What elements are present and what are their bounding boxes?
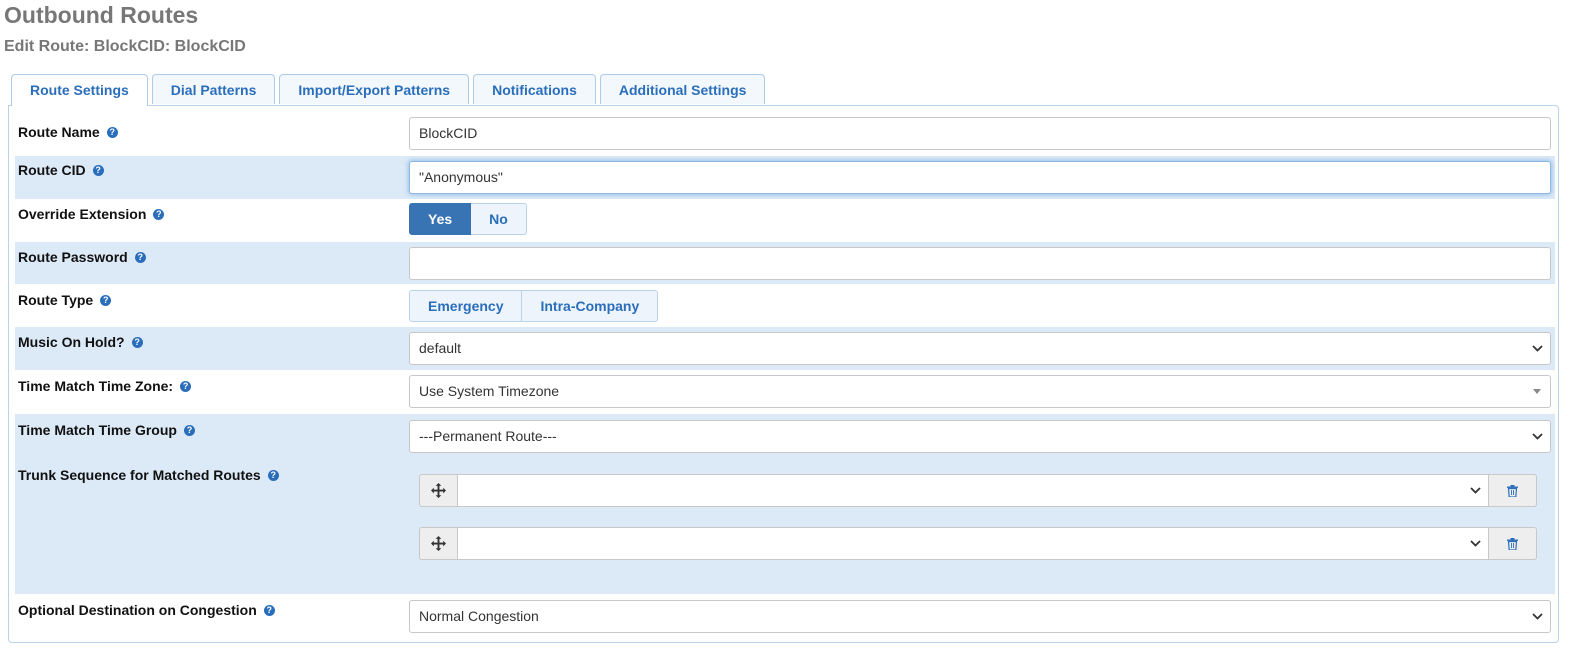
congestion-select[interactable]: Normal Congestion: [409, 600, 1551, 633]
music-on-hold-label: Music On Hold?: [18, 334, 125, 350]
route-cid-row: Route CID ? "Anonymous": [15, 156, 1555, 199]
emergency-button[interactable]: Emergency: [409, 290, 523, 322]
tab-route-settings[interactable]: Route Settings: [11, 74, 148, 106]
music-on-hold-value: default: [419, 340, 462, 356]
route-cid-label: Route CID: [18, 162, 86, 178]
route-name-input[interactable]: BlockCID: [409, 117, 1551, 150]
page-title: Outbound Routes: [4, 2, 199, 28]
route-name-row: Route Name ? BlockCID: [15, 112, 1555, 156]
trunk-select[interactable]: [457, 474, 1489, 507]
time-zone-select[interactable]: Use System Timezone: [409, 375, 1551, 408]
tab-additional-settings[interactable]: Additional Settings: [599, 74, 766, 104]
route-password-input[interactable]: [409, 247, 1551, 280]
congestion-label: Optional Destination on Congestion: [18, 602, 257, 618]
route-type-toggle: Emergency Intra-Company: [409, 290, 659, 322]
route-cid-input[interactable]: "Anonymous": [409, 161, 1551, 194]
congestion-value: Normal Congestion: [419, 608, 539, 624]
tab-import-export-patterns[interactable]: Import/Export Patterns: [279, 74, 470, 104]
trunk-entry: [419, 474, 1537, 507]
route-settings-panel: Route Name ? BlockCID Route CID ? "Anony…: [8, 105, 1559, 643]
question-circle-icon[interactable]: ?: [134, 251, 146, 263]
question-circle-icon[interactable]: ?: [100, 294, 112, 306]
time-zone-row: Time Match Time Zone: ? Use System Timez…: [15, 370, 1555, 414]
arrows-move-icon[interactable]: [419, 527, 457, 560]
override-extension-toggle: Yes No: [409, 203, 527, 235]
question-circle-icon[interactable]: ?: [267, 469, 279, 481]
arrows-move-icon[interactable]: [419, 474, 457, 507]
chevron-down-icon: [1530, 601, 1544, 632]
override-extension-label: Override Extension: [18, 206, 147, 222]
route-password-row: Route Password ?: [15, 242, 1555, 284]
time-zone-label: Time Match Time Zone:: [18, 378, 174, 394]
chevron-down-icon: [1468, 475, 1482, 506]
music-on-hold-row: Music On Hold? ? default: [15, 327, 1555, 370]
intra-company-button[interactable]: Intra-Company: [522, 290, 659, 322]
trash-icon[interactable]: [1489, 527, 1537, 560]
congestion-row: Optional Destination on Congestion ? Nor…: [15, 594, 1555, 638]
time-group-label: Time Match Time Group: [18, 422, 177, 438]
route-password-label: Route Password: [18, 249, 128, 265]
tab-dial-patterns[interactable]: Dial Patterns: [151, 74, 276, 104]
trunk-select[interactable]: [457, 527, 1489, 560]
tab-notifications[interactable]: Notifications: [473, 74, 596, 104]
route-type-row: Route Type ? Emergency Intra-Company: [15, 284, 1555, 327]
page-subtitle: Edit Route: BlockCID: BlockCID: [4, 38, 246, 55]
trunk-entry: [419, 527, 1537, 560]
override-extension-row: Override Extension ? Yes No: [15, 199, 1555, 242]
question-circle-icon[interactable]: ?: [183, 424, 195, 436]
trash-icon[interactable]: [1489, 474, 1537, 507]
trunk-sequence-label: Trunk Sequence for Matched Routes: [18, 467, 261, 483]
time-group-select[interactable]: ---Permanent Route---: [409, 420, 1551, 453]
override-no-button[interactable]: No: [471, 203, 527, 235]
time-group-row: Time Match Time Group ? ---Permanent Rou…: [15, 414, 1555, 459]
override-yes-button[interactable]: Yes: [409, 203, 472, 235]
route-name-label: Route Name: [18, 124, 100, 140]
question-circle-icon[interactable]: ?: [92, 164, 104, 176]
question-circle-icon[interactable]: ?: [263, 604, 275, 616]
question-circle-icon[interactable]: ?: [180, 380, 192, 392]
time-zone-value: Use System Timezone: [419, 383, 560, 399]
question-circle-icon[interactable]: ?: [153, 208, 165, 220]
chevron-down-icon: [1530, 333, 1544, 364]
time-group-value: ---Permanent Route---: [419, 428, 557, 444]
route-type-label: Route Type: [18, 292, 94, 308]
music-on-hold-select[interactable]: default: [409, 332, 1551, 365]
chevron-down-icon: [1468, 528, 1482, 559]
question-circle-icon[interactable]: ?: [106, 126, 118, 138]
tab-bar: Route Settings Dial Patterns Import/Expo…: [11, 74, 766, 106]
trunk-sequence-row: Trunk Sequence for Matched Routes ?: [15, 459, 1555, 594]
question-circle-icon[interactable]: ?: [131, 336, 143, 348]
caret-down-icon: [1533, 389, 1541, 394]
chevron-down-icon: [1530, 421, 1544, 452]
